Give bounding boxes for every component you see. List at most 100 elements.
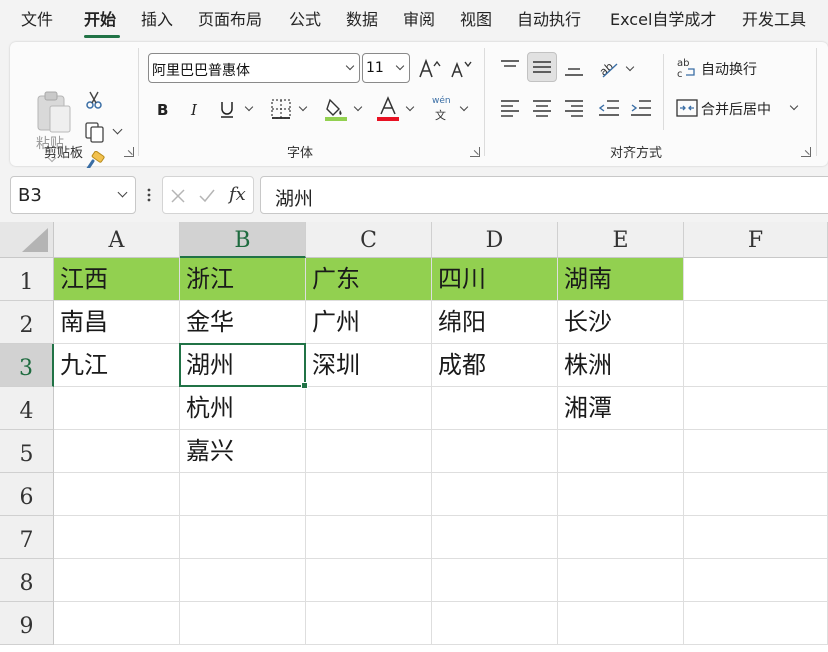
orientation-icon[interactable]: ab — [597, 56, 621, 80]
enter-check-icon[interactable] — [198, 188, 216, 204]
increase-font-size-icon[interactable] — [418, 58, 442, 80]
tab-automate[interactable]: 自动执行 — [517, 9, 581, 31]
align-right-icon[interactable] — [563, 98, 585, 118]
align-left-icon[interactable] — [499, 98, 521, 118]
borders-icon[interactable] — [270, 98, 292, 120]
cell-d6[interactable] — [432, 473, 558, 516]
copy-icon[interactable] — [84, 121, 106, 143]
font-name-select[interactable]: 阿里巴巴普惠体 — [148, 53, 360, 83]
cell-a3[interactable]: 九江 — [54, 344, 180, 387]
name-box-caret-icon[interactable] — [117, 187, 128, 198]
tab-developer[interactable]: 开发工具 — [742, 9, 806, 31]
font-size-select[interactable]: 11 — [362, 53, 410, 83]
select-all-button[interactable] — [0, 222, 54, 258]
cell-e7[interactable] — [558, 516, 684, 559]
merge-center-label[interactable]: 合并后居中 — [701, 99, 771, 119]
row-header-9[interactable]: 9 — [0, 602, 54, 645]
tab-review[interactable]: 审阅 — [403, 9, 435, 31]
cell-e1[interactable]: 湖南 — [558, 258, 684, 301]
cell-a1[interactable]: 江西 — [54, 258, 180, 301]
insert-function-icon[interactable]: fx — [229, 184, 246, 205]
cell-e4[interactable]: 湘潭 — [558, 387, 684, 430]
cell-a4[interactable] — [54, 387, 180, 430]
underline-icon[interactable] — [218, 99, 236, 119]
row-header-8[interactable]: 8 — [0, 559, 54, 602]
cell-e3[interactable]: 株洲 — [558, 344, 684, 387]
merge-center-icon[interactable] — [676, 98, 698, 118]
row-header-4[interactable]: 4 — [0, 387, 54, 430]
row-header-5[interactable]: 5 — [0, 430, 54, 473]
paste-icon[interactable] — [34, 90, 74, 134]
column-header-b[interactable]: B — [180, 222, 306, 258]
cell-e5[interactable] — [558, 430, 684, 473]
cell-d5[interactable] — [432, 430, 558, 473]
cell-e9[interactable] — [558, 602, 684, 645]
cell-a9[interactable] — [54, 602, 180, 645]
cell-e2[interactable]: 长沙 — [558, 301, 684, 344]
row-header-3[interactable]: 3 — [0, 344, 54, 387]
tab-view[interactable]: 视图 — [460, 9, 492, 31]
cell-b3[interactable]: 湖州 — [179, 343, 306, 387]
cell-f7[interactable] — [684, 516, 828, 559]
cell-d8[interactable] — [432, 559, 558, 602]
tab-insert[interactable]: 插入 — [141, 9, 173, 31]
cell-f3[interactable] — [684, 344, 828, 387]
fill-color-icon[interactable] — [324, 96, 348, 122]
cell-a7[interactable] — [54, 516, 180, 559]
cancel-icon[interactable] — [170, 188, 186, 204]
row-header-1[interactable]: 1 — [0, 258, 54, 301]
cell-c2[interactable]: 广州 — [306, 301, 432, 344]
tab-excel-self-study[interactable]: Excel自学成才 — [610, 9, 716, 31]
column-header-f[interactable]: F — [684, 222, 828, 258]
clipboard-dialog-launcher[interactable] — [124, 147, 134, 157]
top-align-icon[interactable] — [499, 58, 521, 78]
cell-c3[interactable]: 深圳 — [306, 344, 432, 387]
cell-f4[interactable] — [684, 387, 828, 430]
cell-c5[interactable] — [306, 430, 432, 473]
wrap-text-label[interactable]: 自动换行 — [701, 59, 757, 79]
cell-f9[interactable] — [684, 602, 828, 645]
cut-icon[interactable] — [84, 90, 104, 110]
cell-c1[interactable]: 广东 — [306, 258, 432, 301]
tab-data[interactable]: 数据 — [346, 9, 378, 31]
increase-indent-icon[interactable] — [629, 98, 653, 118]
cell-d4[interactable] — [432, 387, 558, 430]
alignment-dialog-launcher[interactable] — [801, 147, 811, 157]
cell-b7[interactable] — [180, 516, 306, 559]
tab-page-layout[interactable]: 页面布局 — [198, 9, 262, 31]
fill-handle[interactable] — [301, 382, 308, 389]
cell-a2[interactable]: 南昌 — [54, 301, 180, 344]
row-header-6[interactable]: 6 — [0, 473, 54, 516]
row-header-2[interactable]: 2 — [0, 301, 54, 344]
cell-f6[interactable] — [684, 473, 828, 516]
middle-align-button[interactable] — [527, 52, 557, 82]
column-header-e[interactable]: E — [558, 222, 684, 258]
cell-b5[interactable]: 嘉兴 — [180, 430, 306, 473]
cell-f1[interactable] — [684, 258, 828, 301]
cell-b9[interactable] — [180, 602, 306, 645]
cell-b8[interactable] — [180, 559, 306, 602]
font-color-icon[interactable] — [376, 96, 400, 122]
cell-b1[interactable]: 浙江 — [180, 258, 306, 301]
cell-f2[interactable] — [684, 301, 828, 344]
name-box[interactable]: B3 — [10, 176, 136, 214]
cell-c7[interactable] — [306, 516, 432, 559]
cell-b6[interactable] — [180, 473, 306, 516]
cell-e6[interactable] — [558, 473, 684, 516]
bold-icon[interactable]: B — [155, 100, 171, 118]
phonetic-guide-icon[interactable]: wén 文 — [430, 96, 456, 122]
column-header-d[interactable]: D — [432, 222, 558, 258]
cell-d2[interactable]: 绵阳 — [432, 301, 558, 344]
cell-c4[interactable] — [306, 387, 432, 430]
formula-input[interactable]: 湖州 — [260, 176, 828, 214]
cell-a5[interactable] — [54, 430, 180, 473]
tab-formulas[interactable]: 公式 — [289, 9, 321, 31]
cell-d7[interactable] — [432, 516, 558, 559]
cell-a6[interactable] — [54, 473, 180, 516]
font-dialog-launcher[interactable] — [470, 147, 480, 157]
more-options-icon[interactable] — [146, 186, 152, 204]
cell-b4[interactable]: 杭州 — [180, 387, 306, 430]
column-header-a[interactable]: A — [54, 222, 180, 258]
tab-file[interactable]: 文件 — [21, 9, 53, 31]
cell-e8[interactable] — [558, 559, 684, 602]
